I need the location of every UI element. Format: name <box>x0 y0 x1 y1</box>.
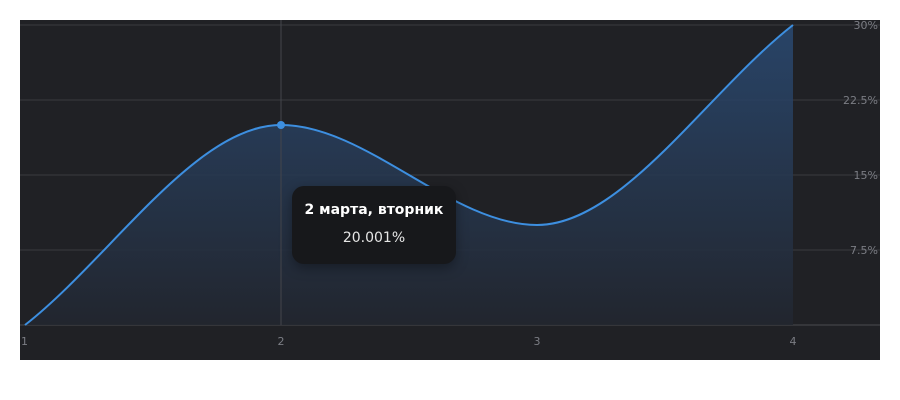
highlight-point <box>277 120 285 129</box>
y-tick-label: 7.5% <box>850 244 878 257</box>
tooltip-date: 2 марта, вторник <box>304 202 444 218</box>
x-tick-label: 3 <box>534 335 541 348</box>
y-tick-label: 30% <box>854 20 878 32</box>
chart-panel: 30% 22.5% 15% 7.5% 1 2 3 4 2 марта, вторник 20.… <box>20 20 880 360</box>
x-tick-label: 4 <box>790 335 797 348</box>
y-tick-label: 22.5% <box>843 94 878 107</box>
y-tick-label: 15% <box>854 169 878 182</box>
chart-tooltip: 2 марта, вторник 20.001% <box>292 186 456 264</box>
x-tick-label: 1 <box>21 335 28 348</box>
tooltip-value: 20.001% <box>342 230 406 246</box>
x-tick-label: 2 <box>278 335 285 348</box>
